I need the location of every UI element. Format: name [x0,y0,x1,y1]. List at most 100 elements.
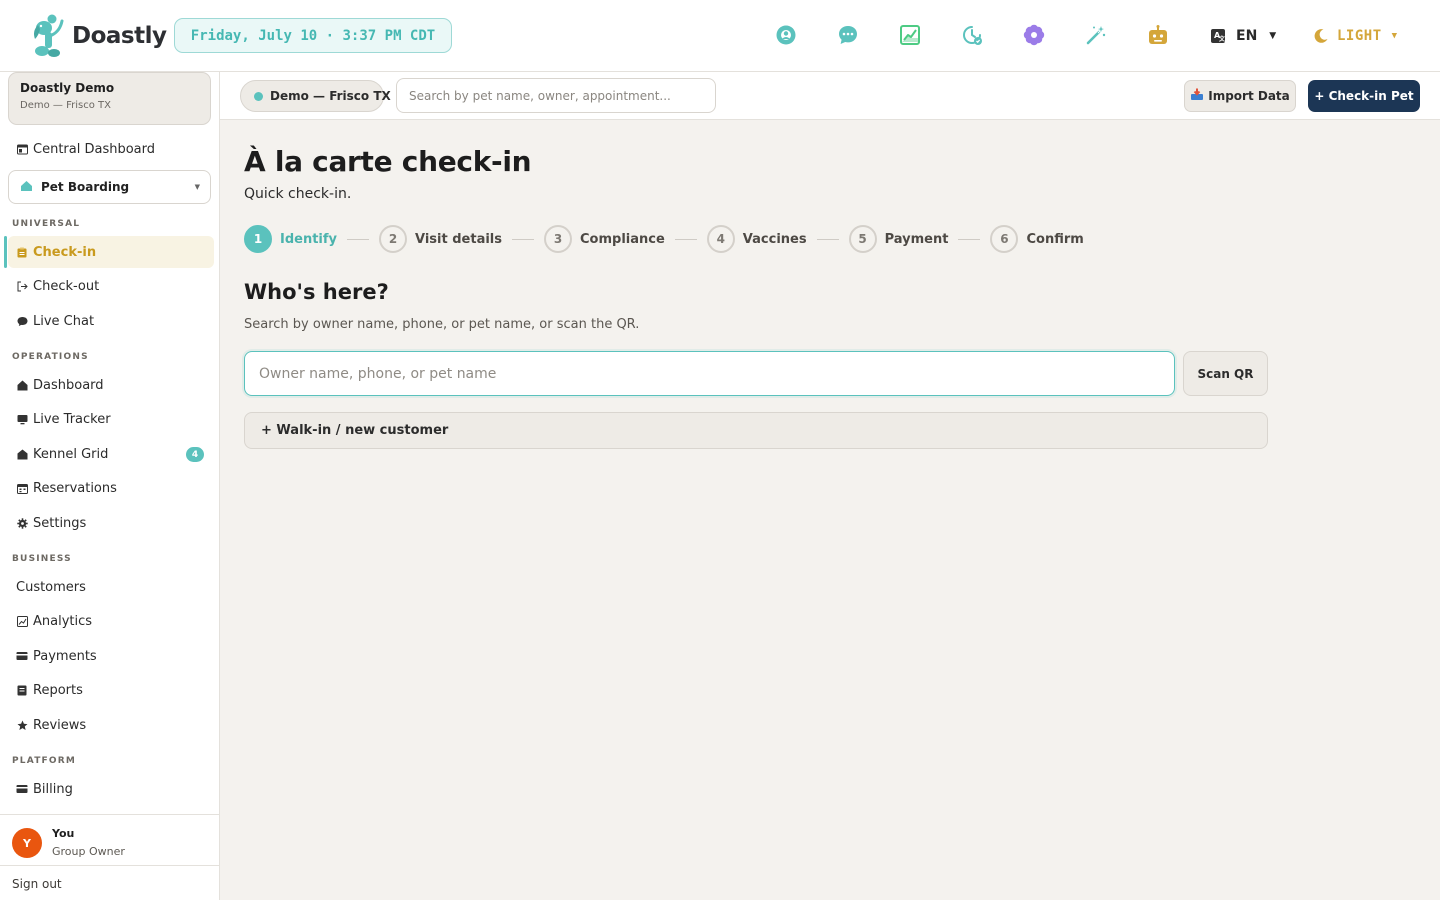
chevron-down-icon: ▼ [194,183,200,191]
sidebar-item-reviews[interactable]: Reviews [8,709,214,741]
sidebar-item-checkin[interactable]: Check-in [4,236,214,268]
sidebar-item-dashboard[interactable]: Dashboard [8,369,214,401]
step-connector [347,238,370,240]
sub-header: Demo — Frisco TX Import Data + Check-in … [220,72,1440,120]
organization-switcher[interactable]: Doastly Demo Demo — Frisco TX [8,72,211,125]
magic-wand-icon[interactable] [1083,22,1109,48]
chevron-down-icon: ▼ [1269,31,1277,41]
location-switcher[interactable]: Demo — Frisco TX [240,80,391,112]
step-connector [512,238,534,240]
house-icon [20,180,33,195]
status-dot-icon [254,91,263,101]
import-data-button[interactable]: Import Data [1184,80,1296,112]
step-compliance[interactable]: 3 Compliance [544,225,665,253]
sign-out-link[interactable]: Sign out [0,865,219,900]
sidebar-item-label: Payments [33,648,97,664]
module-select-value: Pet Boarding [41,180,130,194]
sidebar-item-reservations[interactable]: Reservations [8,472,214,504]
step-label: Visit details [415,231,502,247]
user-profile[interactable]: Y You Group Owner [0,814,219,866]
step-number: 3 [544,225,572,253]
step-confirm[interactable]: 6 Confirm [990,225,1084,253]
step-label: Compliance [580,231,665,247]
step-label: Payment [884,231,949,247]
user-name: You [52,827,75,840]
scan-qr-button[interactable]: Scan QR [1183,351,1268,396]
sidebar-item-settings[interactable]: Settings [8,507,214,539]
brand-name: Doastly [72,23,167,49]
clipboard-icon [16,246,28,258]
sidebar-item-label: Check-out [33,278,100,294]
support-icon[interactable] [773,22,799,48]
exit-icon [16,280,28,292]
svg-text:文: 文 [1218,35,1226,43]
chat-bubble-icon [16,315,28,327]
sidebar-item-reports[interactable]: Reports [8,674,214,706]
sidebar-item-customers[interactable]: Customers [8,571,214,603]
theme-label: LIGHT [1337,28,1382,44]
monitor-icon [16,413,28,425]
brand[interactable]: Doastly [30,12,167,60]
sidebar-item-label: Reviews [33,717,87,733]
sidebar-item-checkout[interactable]: Check-out [8,270,214,302]
chart-icon[interactable] [897,22,923,48]
sidebar-item-label: Reports [33,682,83,698]
dashboard-window-icon [16,143,28,155]
step-connector [674,238,697,240]
org-location: Demo — Frisco TX [20,100,111,111]
sidebar-item-live-tracker[interactable]: Live Tracker [8,403,214,435]
sidebar-item-central-dashboard[interactable]: Central Dashboard [8,133,214,165]
user-role: Group Owner [52,845,125,858]
sidebar-item-label: Live Tracker [33,411,111,427]
step-number: 1 [244,225,272,253]
sidebar-item-analytics[interactable]: Analytics [8,605,214,637]
section-label-operations: OPERATIONS [12,352,89,362]
sidebar-item-kennel-grid[interactable]: Kennel Grid 4 [8,438,214,470]
step-label: Confirm [1026,231,1084,247]
sidebar-item-label: Dashboard [33,377,104,393]
module-select[interactable]: Pet Boarding ▼ [8,170,211,204]
star-icon [16,719,28,731]
sidebar-item-live-chat[interactable]: Live Chat [8,305,214,337]
sidebar: Doastly Demo Demo — Frisco TX Central Da… [0,72,220,900]
import-data-label: Import Data [1208,89,1290,103]
language-selector[interactable]: A文 EN ▼ [1210,24,1276,48]
theme-selector[interactable]: LIGHT ▼ [1313,24,1398,48]
credit-card-icon [16,650,28,662]
flower-icon[interactable] [1021,22,1047,48]
section-subtitle: Search by owner name, phone, or pet name… [244,317,640,332]
sidebar-item-label: Reservations [33,480,117,496]
step-connector [958,238,981,240]
section-label-universal: UNIVERSAL [12,219,81,229]
sidebar-item-payments[interactable]: Payments [8,640,214,672]
moon-icon [1314,29,1328,43]
sidebar-item-label: Central Dashboard [33,141,155,157]
chart-icon [16,615,28,627]
page-subtitle: Quick check-in. [244,186,352,202]
import-icon [1190,88,1204,104]
chat-icon[interactable] [835,22,861,48]
sidebar-item-label: Billing [33,781,73,797]
robot-icon[interactable] [1145,22,1171,48]
section-title: Who's here? [244,280,389,304]
sidebar-item-label: Settings [33,515,87,531]
sidebar-item-label: Check-in [33,244,97,260]
sidebar-item-billing[interactable]: Billing [8,773,214,805]
kennel-count-badge: 4 [186,447,204,462]
step-label: Identify [280,231,338,247]
step-connector [816,238,839,240]
step-identify[interactable]: 1 Identify [244,225,337,253]
owner-search-input[interactable] [244,351,1175,396]
walk-in-new-customer-button[interactable]: + Walk-in / new customer [244,412,1268,449]
check-in-pet-button[interactable]: + Check-in Pet [1308,80,1420,112]
chevron-down-icon: ▼ [1391,31,1398,41]
clock-icon[interactable] [959,22,985,48]
step-vaccines[interactable]: 4 Vaccines [706,225,807,253]
global-search-input[interactable] [396,78,716,113]
sidebar-item-label: Analytics [33,613,93,629]
step-number: 6 [990,225,1019,253]
document-icon [16,684,28,696]
sidebar-item-label: Customers [16,579,86,595]
step-payment[interactable]: 5 Payment [848,225,949,253]
step-visit-details[interactable]: 2 Visit details [379,225,502,253]
